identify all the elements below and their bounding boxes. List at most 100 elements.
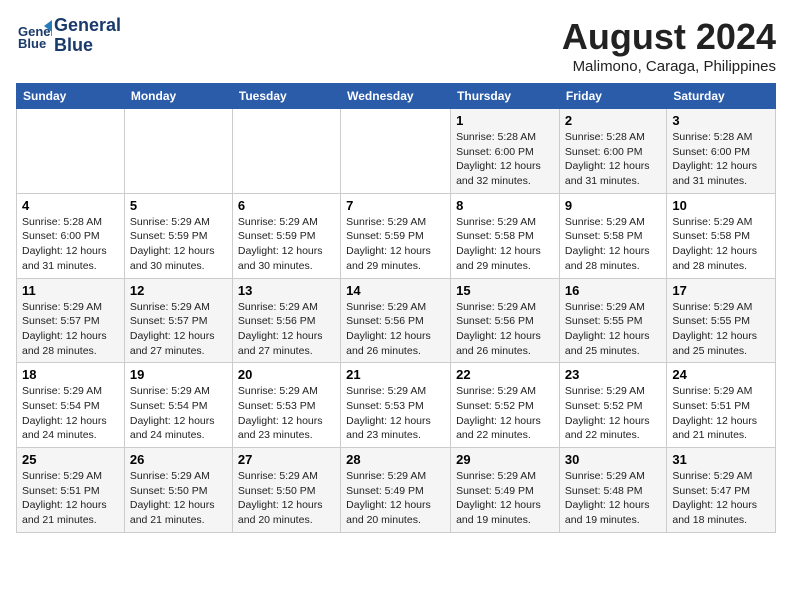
day-number: 3: [672, 113, 770, 128]
calendar-cell: 14 Sunrise: 5:29 AM Sunset: 5:56 PM Dayli…: [341, 278, 451, 363]
calendar-cell: 28 Sunrise: 5:29 AM Sunset: 5:49 PM Dayli…: [341, 448, 451, 533]
calendar-cell: 31Sunrise: 5:29 AM Sunset: 5:47 PM Dayli…: [667, 448, 776, 533]
day-number: 10: [672, 198, 770, 213]
calendar-cell: 21Sunrise: 5:29 AM Sunset: 5:53 PM Dayli…: [341, 363, 451, 448]
day-info: Sunrise: 5:28 AM Sunset: 6:00 PM Dayligh…: [672, 130, 770, 189]
day-info: Sunrise: 5:29 AM Sunset: 5:55 PM Dayligh…: [565, 300, 661, 359]
header: General Blue General Blue August 2024 Ma…: [16, 16, 776, 75]
week-row-5: 25Sunrise: 5:29 AM Sunset: 5:51 PM Dayli…: [17, 448, 776, 533]
day-info: Sunrise: 5:29 AM Sunset: 5:56 PM Dayligh…: [346, 300, 445, 359]
day-info: Sunrise: 5:29 AM Sunset: 5:50 PM Dayligh…: [238, 469, 335, 528]
day-info: Sunrise: 5:29 AM Sunset: 5:58 PM Dayligh…: [565, 215, 661, 274]
day-number: 23: [565, 367, 661, 382]
calendar-cell: 15 Sunrise: 5:29 AM Sunset: 5:56 PM Dayli…: [451, 278, 560, 363]
day-info: Sunrise: 5:29 AM Sunset: 5:49 PM Dayligh…: [346, 469, 445, 528]
day-number: 21: [346, 367, 445, 382]
calendar-cell: [232, 109, 340, 194]
header-monday: Monday: [124, 84, 232, 109]
calendar-cell: 16 Sunrise: 5:29 AM Sunset: 5:55 PM Dayli…: [559, 278, 666, 363]
header-saturday: Saturday: [667, 84, 776, 109]
day-number: 19: [130, 367, 227, 382]
week-row-1: 1 Sunrise: 5:28 AM Sunset: 6:00 PM Daylig…: [17, 109, 776, 194]
week-row-4: 18 Sunrise: 5:29 AM Sunset: 5:54 PM Dayli…: [17, 363, 776, 448]
day-info: Sunrise: 5:29 AM Sunset: 5:59 PM Dayligh…: [238, 215, 335, 274]
day-number: 5: [130, 198, 227, 213]
calendar-cell: 9 Sunrise: 5:29 AM Sunset: 5:58 PM Daylig…: [559, 193, 666, 278]
day-number: 22: [456, 367, 554, 382]
calendar-cell: 4 Sunrise: 5:28 AM Sunset: 6:00 PM Daylig…: [17, 193, 125, 278]
svg-text:Blue: Blue: [18, 36, 46, 51]
day-number: 2: [565, 113, 661, 128]
calendar-cell: 20 Sunrise: 5:29 AM Sunset: 5:53 PM Dayli…: [232, 363, 340, 448]
day-number: 4: [22, 198, 119, 213]
calendar-cell: 10 Sunrise: 5:29 AM Sunset: 5:58 PM Dayli…: [667, 193, 776, 278]
calendar-cell: 24Sunrise: 5:29 AM Sunset: 5:51 PM Dayli…: [667, 363, 776, 448]
day-info: Sunrise: 5:29 AM Sunset: 5:54 PM Dayligh…: [130, 384, 227, 443]
calendar-cell: 23 Sunrise: 5:29 AM Sunset: 5:52 PM Dayli…: [559, 363, 666, 448]
day-number: 7: [346, 198, 445, 213]
day-info: Sunrise: 5:29 AM Sunset: 5:52 PM Dayligh…: [456, 384, 554, 443]
calendar-cell: 3 Sunrise: 5:28 AM Sunset: 6:00 PM Daylig…: [667, 109, 776, 194]
calendar-cell: 18 Sunrise: 5:29 AM Sunset: 5:54 PM Dayli…: [17, 363, 125, 448]
day-number: 13: [238, 283, 335, 298]
day-info: Sunrise: 5:28 AM Sunset: 6:00 PM Dayligh…: [456, 130, 554, 189]
day-number: 1: [456, 113, 554, 128]
day-number: 29: [456, 452, 554, 467]
calendar-table: Sunday Monday Tuesday Wednesday Thursday…: [16, 83, 776, 533]
day-number: 25: [22, 452, 119, 467]
calendar-title: August 2024: [562, 16, 776, 58]
day-number: 14: [346, 283, 445, 298]
calendar-cell: 27Sunrise: 5:29 AM Sunset: 5:50 PM Dayli…: [232, 448, 340, 533]
day-info: Sunrise: 5:29 AM Sunset: 5:56 PM Dayligh…: [456, 300, 554, 359]
calendar-cell: 6 Sunrise: 5:29 AM Sunset: 5:59 PM Daylig…: [232, 193, 340, 278]
calendar-cell: 7 Sunrise: 5:29 AM Sunset: 5:59 PM Daylig…: [341, 193, 451, 278]
day-number: 17: [672, 283, 770, 298]
calendar-cell: 22 Sunrise: 5:29 AM Sunset: 5:52 PM Dayli…: [451, 363, 560, 448]
day-number: 8: [456, 198, 554, 213]
calendar-cell: 25Sunrise: 5:29 AM Sunset: 5:51 PM Dayli…: [17, 448, 125, 533]
day-info: Sunrise: 5:29 AM Sunset: 5:59 PM Dayligh…: [346, 215, 445, 274]
week-row-2: 4 Sunrise: 5:28 AM Sunset: 6:00 PM Daylig…: [17, 193, 776, 278]
day-info: Sunrise: 5:29 AM Sunset: 5:53 PM Dayligh…: [238, 384, 335, 443]
day-info: Sunrise: 5:29 AM Sunset: 5:51 PM Dayligh…: [672, 384, 770, 443]
calendar-cell: 8 Sunrise: 5:29 AM Sunset: 5:58 PM Daylig…: [451, 193, 560, 278]
day-info: Sunrise: 5:29 AM Sunset: 5:50 PM Dayligh…: [130, 469, 227, 528]
logo: General Blue General Blue: [16, 16, 121, 56]
title-block: August 2024 Malimono, Caraga, Philippine…: [562, 16, 776, 75]
calendar-cell: 29 Sunrise: 5:29 AM Sunset: 5:49 PM Dayli…: [451, 448, 560, 533]
day-info: Sunrise: 5:29 AM Sunset: 5:49 PM Dayligh…: [456, 469, 554, 528]
header-thursday: Thursday: [451, 84, 560, 109]
calendar-body: 1 Sunrise: 5:28 AM Sunset: 6:00 PM Daylig…: [17, 109, 776, 533]
logo-icon: General Blue: [16, 18, 52, 54]
day-number: 9: [565, 198, 661, 213]
header-tuesday: Tuesday: [232, 84, 340, 109]
day-number: 28: [346, 452, 445, 467]
day-number: 16: [565, 283, 661, 298]
day-info: Sunrise: 5:28 AM Sunset: 6:00 PM Dayligh…: [22, 215, 119, 274]
calendar-cell: 11Sunrise: 5:29 AM Sunset: 5:57 PM Dayli…: [17, 278, 125, 363]
day-number: 12: [130, 283, 227, 298]
calendar-cell: [124, 109, 232, 194]
day-info: Sunrise: 5:29 AM Sunset: 5:48 PM Dayligh…: [565, 469, 661, 528]
day-number: 20: [238, 367, 335, 382]
calendar-cell: 17Sunrise: 5:29 AM Sunset: 5:55 PM Dayli…: [667, 278, 776, 363]
day-info: Sunrise: 5:29 AM Sunset: 5:54 PM Dayligh…: [22, 384, 119, 443]
day-number: 18: [22, 367, 119, 382]
logo-text-line1: General: [54, 16, 121, 36]
calendar-cell: 30Sunrise: 5:29 AM Sunset: 5:48 PM Dayli…: [559, 448, 666, 533]
calendar-cell: [17, 109, 125, 194]
day-info: Sunrise: 5:29 AM Sunset: 5:52 PM Dayligh…: [565, 384, 661, 443]
day-number: 15: [456, 283, 554, 298]
day-info: Sunrise: 5:29 AM Sunset: 5:57 PM Dayligh…: [130, 300, 227, 359]
calendar-cell: [341, 109, 451, 194]
week-row-3: 11Sunrise: 5:29 AM Sunset: 5:57 PM Dayli…: [17, 278, 776, 363]
calendar-cell: 5Sunrise: 5:29 AM Sunset: 5:59 PM Daylig…: [124, 193, 232, 278]
header-friday: Friday: [559, 84, 666, 109]
calendar-cell: 13Sunrise: 5:29 AM Sunset: 5:56 PM Dayli…: [232, 278, 340, 363]
header-wednesday: Wednesday: [341, 84, 451, 109]
day-info: Sunrise: 5:29 AM Sunset: 5:58 PM Dayligh…: [672, 215, 770, 274]
calendar-cell: 26Sunrise: 5:29 AM Sunset: 5:50 PM Dayli…: [124, 448, 232, 533]
day-info: Sunrise: 5:29 AM Sunset: 5:47 PM Dayligh…: [672, 469, 770, 528]
day-info: Sunrise: 5:29 AM Sunset: 5:58 PM Dayligh…: [456, 215, 554, 274]
day-number: 6: [238, 198, 335, 213]
